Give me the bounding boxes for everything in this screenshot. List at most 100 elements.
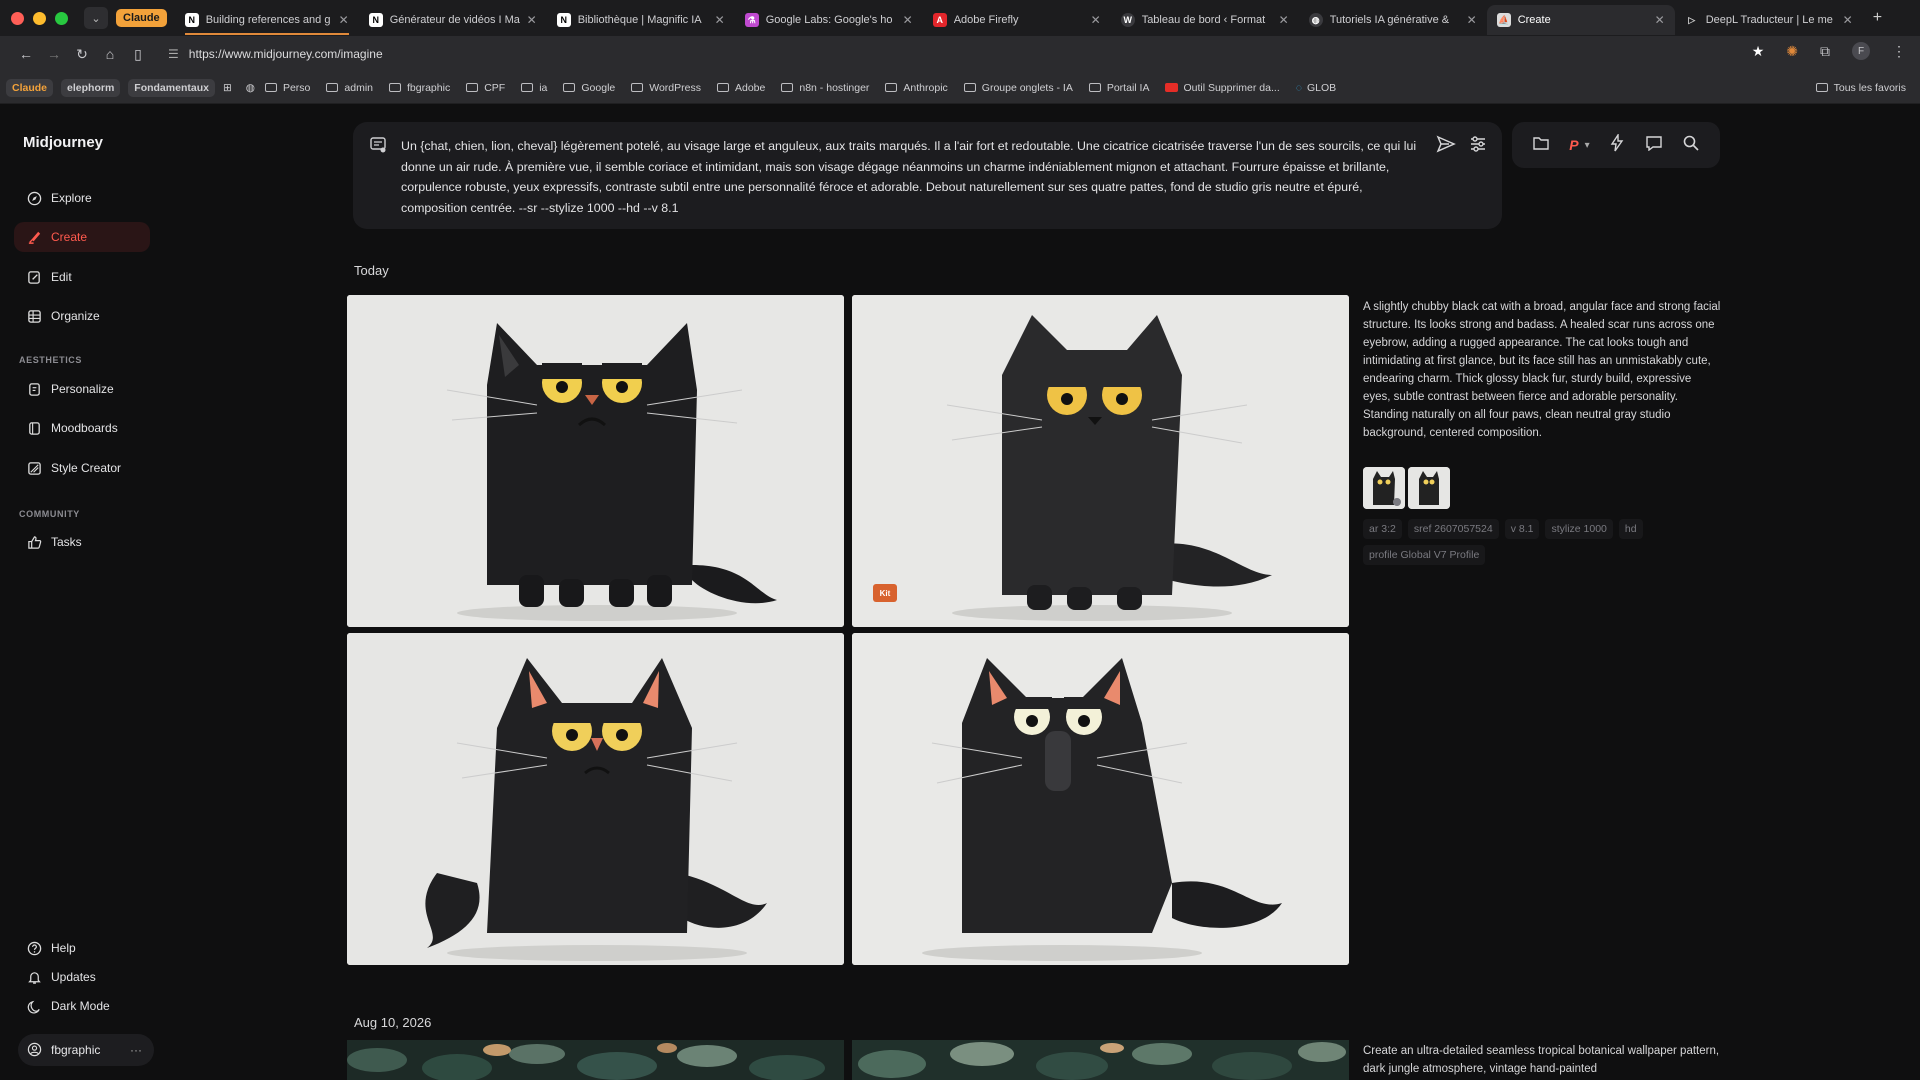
more-options-icon[interactable]: ··· [130,1043,142,1057]
param-tag[interactable]: ar 3:2 [1363,519,1402,539]
sidebar: Midjourney Explore Create Edit Organize … [0,104,160,1080]
bookmark-folder[interactable]: WordPress [631,82,701,94]
sidebar-item-personalize[interactable]: Personalize [14,374,150,404]
browser-tab[interactable]: N Bibliothèque | Magnific IA ✕ [547,5,735,35]
generated-image[interactable] [347,1040,844,1080]
apps-grid-icon[interactable]: ⊞ [223,82,232,94]
browser-tab[interactable]: W Tableau de bord ‹ Format ✕ [1111,5,1299,35]
sidebar-item-explore[interactable]: Explore [14,183,150,213]
bookmark-folder[interactable]: Adobe [717,82,765,94]
sidebar-item-updates[interactable]: Updates [14,962,150,992]
reload-icon[interactable]: ↻ [68,46,96,63]
bookmark-folder[interactable]: admin [326,82,373,94]
all-bookmarks[interactable]: Tous les favoris [1815,82,1906,94]
site-settings-icon[interactable]: ☰ [168,47,179,61]
bookmark-folder[interactable]: Anthropic [885,82,948,94]
app-logo[interactable]: Midjourney [23,134,103,151]
bookmark-folder[interactable]: ia [521,82,547,94]
tab-close-icon[interactable]: ✕ [1279,13,1289,27]
browser-tab[interactable]: N Building references and g ✕ [175,5,359,35]
tab-close-icon[interactable]: ✕ [339,13,349,27]
sidebar-item-tasks[interactable]: Tasks [14,527,150,557]
globe-bookmark-icon[interactable]: ◍ [246,82,255,94]
generated-image[interactable] [347,295,844,627]
tab-close-icon[interactable]: ✕ [1655,13,1665,27]
reference-thumbnail[interactable] [1363,467,1405,509]
dark-mode-toggle[interactable]: Dark Mode [14,991,150,1021]
browser-tab[interactable]: ⚗ Google Labs: Google's ho ✕ [735,5,923,35]
send-icon[interactable] [1436,135,1456,158]
folder-icon [389,83,401,92]
new-tab-plus-icon[interactable]: + [1873,9,1882,27]
lightning-icon[interactable] [1609,132,1625,157]
minimize-window-button[interactable] [33,11,46,25]
browser-tab[interactable]: A Adobe Firefly ✕ [923,5,1111,35]
sidepanel-icon[interactable]: ▯ [124,46,152,63]
tab-close-icon[interactable]: ✕ [1091,13,1101,27]
bookmark-elephorm[interactable]: elephorm [61,78,121,97]
tab-close-icon[interactable]: ✕ [903,13,913,27]
address-bar[interactable]: ☰ https://www.midjourney.com/imagine [168,41,1770,67]
generated-image[interactable]: Kit [852,295,1349,627]
generated-image[interactable] [852,633,1349,965]
prompt-text[interactable]: Un {chat, chien, lion, cheval} légèremen… [401,136,1431,218]
bookmark-star-icon[interactable]: ★ [1752,43,1765,60]
browser-tab[interactable]: N Générateur de vidéos I Ma ✕ [359,5,547,35]
close-window-button[interactable] [11,11,24,25]
home-icon[interactable]: ⌂ [96,46,124,62]
generated-image[interactable] [852,1040,1349,1080]
generated-image[interactable] [347,633,844,965]
bookmark-folder[interactable]: CPF [466,82,505,94]
folder-icon[interactable] [1532,135,1550,156]
url-text[interactable]: https://www.midjourney.com/imagine [189,47,383,61]
bookmark-fondamentaux[interactable]: Fondamentaux [128,78,215,97]
sidebar-item-organize[interactable]: Organize [14,301,150,331]
tab-close-icon[interactable]: ✕ [527,13,537,27]
image-prompt-caption[interactable]: Create an ultra-detailed seamless tropic… [1363,1042,1721,1078]
bookmark-link[interactable]: ◌ GLOB [1296,82,1336,94]
param-tag[interactable]: stylize 1000 [1545,519,1613,539]
extensions-puzzle-icon[interactable]: ⧉ [1820,43,1830,60]
bookmark-folder[interactable]: Portail IA [1088,82,1149,94]
browser-tab[interactable]: ◍ Tutoriels IA générative & ✕ [1299,5,1487,35]
sidebar-item-moodboards[interactable]: Moodboards [14,413,150,443]
param-tag[interactable]: profile Global V7 Profile [1363,545,1486,565]
chat-icon[interactable] [1645,135,1663,156]
sidebar-item-create[interactable]: Create [14,222,150,252]
reference-thumbnail[interactable] [1408,467,1450,509]
zoom-window-button[interactable] [55,11,68,25]
extension-claude-icon[interactable]: ✺ [1786,43,1798,60]
user-account-button[interactable]: fbgraphic ··· [18,1034,154,1066]
sidebar-item-help[interactable]: Help [14,933,150,963]
sidebar-item-style-creator[interactable]: Style Creator [14,453,150,483]
profile-avatar[interactable]: F [1852,42,1870,60]
bookmark-folder[interactable]: Perso [264,82,310,94]
tab-close-icon[interactable]: ✕ [715,13,725,27]
sidebar-item-label: Personalize [51,382,114,396]
bookmark-link[interactable]: Outil Supprimer da... [1165,82,1280,94]
tab-close-icon[interactable]: ✕ [1467,13,1477,27]
browser-tab-active[interactable]: ⛵ Create ✕ [1486,5,1675,35]
settings-sliders-icon[interactable] [1469,135,1487,158]
forward-arrow-icon[interactable]: → [40,46,68,62]
back-arrow-icon[interactable]: ← [12,46,40,62]
tab-group-claude[interactable]: Claude [116,9,167,27]
bookmark-folder[interactable]: n8n - hostinger [781,82,869,94]
tab-search-chevron-icon[interactable]: ⌄ [84,7,108,29]
param-tag[interactable]: sref 2607057524 [1407,519,1499,539]
profile-selector[interactable]: P ▾ [1569,137,1589,153]
bookmark-claude[interactable]: Claude [6,78,54,97]
bookmark-folder[interactable]: Groupe onglets - IA [963,82,1073,94]
sidebar-item-edit[interactable]: Edit [14,262,150,292]
param-tag[interactable]: hd [1618,519,1643,539]
browser-menu-icon[interactable]: ⋮ [1892,43,1906,60]
browser-tab[interactable]: ▷ DeepL Traducteur | Le me ✕ [1675,5,1863,35]
search-icon[interactable] [1682,134,1700,157]
tab-close-icon[interactable]: ✕ [1843,13,1853,27]
prompt-box[interactable]: Un {chat, chien, lion, cheval} légèremen… [353,122,1502,229]
bookmark-folder[interactable]: Google [563,82,615,94]
param-tag[interactable]: v 8.1 [1504,519,1540,539]
bookmark-folder[interactable]: fbgraphic [389,82,450,94]
image-prompt-icon[interactable] [369,136,387,159]
image-prompt-caption[interactable]: A slightly chubby black cat with a broad… [1363,298,1721,442]
